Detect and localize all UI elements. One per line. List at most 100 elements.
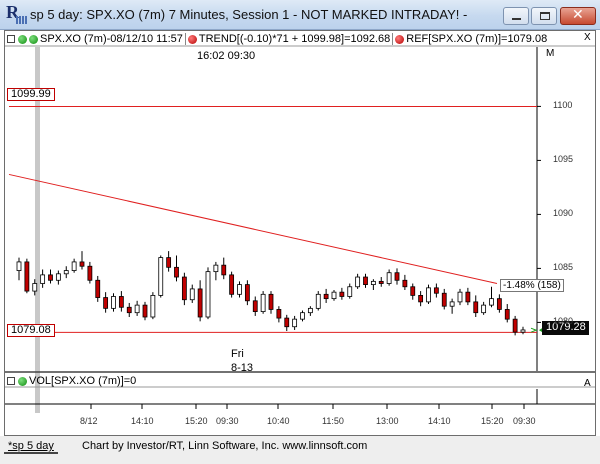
candle — [481, 304, 487, 314]
maximize-button[interactable] — [531, 7, 557, 25]
candle — [244, 284, 250, 302]
ref-line-lower-label[interactable]: 1079.08 — [7, 324, 55, 337]
candle — [134, 304, 140, 314]
candle — [307, 307, 313, 314]
trend-dot-icon[interactable] — [187, 34, 197, 44]
axis-button[interactable]: A — [584, 378, 591, 389]
window-title: sp 5 day: SPX.XO (7m) 7 Minutes, Session… — [30, 7, 470, 22]
candle — [252, 300, 258, 312]
candle — [142, 304, 148, 318]
candle — [71, 261, 77, 271]
volume-legend: VOL[SPX.XO (7m)]=0 — [7, 374, 136, 388]
candle — [323, 293, 329, 300]
candle — [260, 293, 266, 313]
candle — [126, 306, 132, 314]
legend-toggle-box[interactable] — [7, 35, 15, 43]
investor-rt-icon[interactable]: R — [6, 2, 28, 24]
cursor-time: 16:02 09:30 — [197, 50, 256, 62]
close-icon: ✕ — [572, 7, 584, 23]
legend-symbol[interactable]: SPX.XO (7m)-08/12/10 11:57 — [40, 33, 183, 45]
candle — [355, 276, 361, 288]
candle — [111, 296, 116, 309]
x-tick-label: 14:10 — [131, 416, 154, 426]
candle — [512, 318, 518, 333]
credit-text: Chart by Investor/RT, Linn Software, Inc… — [82, 440, 368, 452]
candle — [118, 296, 124, 308]
candle — [284, 317, 290, 328]
minimize-button[interactable] — [503, 7, 529, 25]
maximize-icon — [540, 12, 550, 20]
candle — [87, 265, 93, 281]
status-bar: *sp 5 day Chart by Investor/RT, Linn Sof… — [0, 436, 600, 464]
candle — [32, 283, 38, 292]
candle — [339, 291, 345, 297]
candle — [268, 293, 274, 310]
candle — [63, 270, 69, 275]
candle — [433, 287, 439, 294]
candle — [213, 264, 219, 273]
ref-dot-icon[interactable] — [395, 34, 405, 44]
candle — [386, 272, 392, 284]
chart-tab-sp-5-day[interactable]: *sp 5 day — [4, 438, 58, 454]
x-tick-label: 11:50 — [322, 416, 344, 426]
candle — [197, 288, 203, 318]
candle — [79, 261, 85, 267]
candle — [410, 286, 416, 296]
candle — [150, 294, 156, 318]
candle — [300, 312, 305, 320]
legend-ref[interactable]: REF[SPX.XO (7m)]=1079.08 — [406, 33, 547, 45]
session-label: Fri 8-13 — [231, 347, 253, 375]
x-tick-label: 15:20 — [185, 416, 208, 426]
candle — [40, 274, 46, 284]
volume-dot-icon[interactable] — [18, 376, 27, 386]
candle — [520, 329, 526, 333]
volume-toggle-box[interactable] — [7, 377, 15, 385]
chart-window[interactable]: SPX.XO (7m)-08/12/10 11:57 TREND[(-0.10)… — [4, 30, 596, 436]
x-tick-label: 10:40 — [267, 416, 290, 426]
candle — [363, 276, 368, 285]
symbol-dot-icon[interactable] — [29, 34, 38, 44]
session-date: 8-13 — [231, 362, 254, 374]
x-tick-label: 09:30 — [216, 416, 239, 426]
close-pane-button[interactable]: X — [584, 32, 591, 43]
chart-legend: SPX.XO (7m)-08/12/10 11:57 TREND[(-0.10)… — [7, 32, 547, 46]
candle — [103, 297, 109, 309]
candle — [189, 288, 195, 301]
candle — [489, 298, 494, 306]
close-button[interactable]: ✕ — [560, 7, 596, 25]
candle — [504, 309, 510, 320]
candle — [48, 274, 53, 281]
y-tick-label: 1095 — [553, 154, 574, 165]
y-tick-label: 1100 — [553, 100, 573, 111]
legend-trend[interactable]: TREND[(-0.10)*71 + 1099.98]=1092.68 — [199, 33, 390, 45]
x-tick-label: 14:10 — [428, 416, 451, 426]
ref-line-upper-label[interactable]: 1099.99 — [7, 88, 55, 101]
candle — [205, 271, 211, 318]
candle — [473, 301, 479, 314]
candle — [426, 287, 431, 303]
window-titlebar: R sp 5 day: SPX.XO (7m) 7 Minutes, Sessi… — [0, 0, 600, 30]
x-tick-label: 13:00 — [376, 416, 399, 426]
x-tick-label: 09:30 — [513, 416, 536, 426]
candle — [378, 280, 384, 284]
candle — [221, 264, 227, 276]
candle — [496, 298, 502, 310]
last-price-pointer — [530, 327, 538, 333]
candle — [418, 294, 424, 303]
symbol-dot-icon[interactable] — [18, 34, 27, 44]
candle — [394, 272, 400, 281]
x-tick-label: 15:20 — [481, 416, 504, 426]
candle — [229, 274, 235, 295]
candle — [402, 279, 408, 288]
y-tick-label: 1090 — [553, 208, 574, 219]
candle — [95, 279, 101, 298]
candle — [181, 276, 187, 301]
pane-menu-button[interactable]: M — [546, 48, 554, 59]
candle — [441, 292, 447, 307]
candle — [16, 261, 22, 271]
candle — [331, 291, 337, 300]
volume-legend-text[interactable]: VOL[SPX.XO (7m)]=0 — [29, 375, 136, 387]
y-tick-label: 1085 — [553, 262, 574, 273]
candle — [292, 318, 298, 328]
candle — [449, 301, 455, 307]
